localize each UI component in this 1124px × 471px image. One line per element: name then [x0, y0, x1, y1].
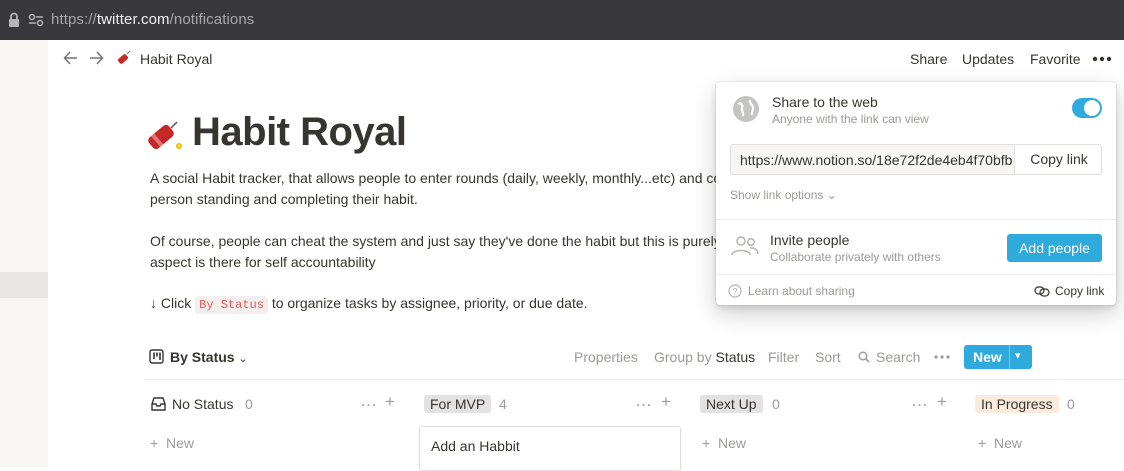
- share-popover: Share to the web Anyone with the link ca…: [716, 82, 1116, 305]
- new-card-label: New: [717, 435, 746, 451]
- column-count: 0: [772, 396, 780, 412]
- inbox-icon: [151, 397, 166, 411]
- search-button[interactable]: Search: [876, 349, 920, 365]
- site-settings-icon[interactable]: [28, 12, 44, 28]
- more-options-icon[interactable]: [934, 355, 950, 359]
- firecracker-icon: [118, 50, 131, 64]
- hint-suffix: to organize tasks by assignee, priority,…: [271, 295, 588, 311]
- column-title: In Progress: [975, 395, 1059, 413]
- card-title: Add an Habbit: [431, 438, 520, 454]
- chevron-down-icon[interactable]: ▾: [1015, 349, 1021, 362]
- new-card-label: New: [165, 435, 194, 451]
- share-button[interactable]: Share: [910, 51, 947, 67]
- description-line: Of course, people can cheat the system a…: [150, 233, 721, 249]
- page-title: Habit Royal: [192, 110, 407, 154]
- favorite-button[interactable]: Favorite: [1030, 51, 1081, 67]
- board-card[interactable]: Add an Habbit: [419, 426, 681, 471]
- properties-button[interactable]: Properties: [574, 349, 638, 365]
- footer-copy-link-button[interactable]: Copy link: [1055, 284, 1104, 298]
- chevron-down-icon: ⌄: [238, 353, 248, 365]
- firecracker-icon: [148, 121, 182, 150]
- svg-text:?: ?: [732, 287, 737, 297]
- board-view-icon: [149, 349, 164, 364]
- globe-icon: [733, 96, 759, 122]
- hint-prefix: ↓ Click: [150, 295, 192, 311]
- sidebar-edge: [0, 40, 48, 467]
- column-count: 0: [1067, 396, 1075, 412]
- browser-url-bar[interactable]: https://twitter.com/notifications: [0, 0, 1124, 40]
- column-title: Next Up: [700, 395, 763, 413]
- column-count: 4: [499, 396, 507, 412]
- column-more-icon[interactable]: …: [360, 391, 377, 411]
- sort-button[interactable]: Sort: [815, 349, 841, 365]
- column-add-icon[interactable]: +: [385, 392, 395, 412]
- sidebar-hover-row[interactable]: [0, 272, 48, 298]
- new-card-button[interactable]: + New: [978, 435, 1022, 451]
- link-icon: [1034, 286, 1050, 297]
- share-title: Share to the web: [772, 94, 878, 110]
- more-options-icon[interactable]: [1092, 56, 1112, 62]
- search-icon: [858, 351, 870, 363]
- column-title: No Status: [172, 396, 234, 412]
- description-line: aspect is there for self accountability: [150, 254, 376, 270]
- invite-title: Invite people: [770, 232, 850, 248]
- board-divider: [144, 379, 1124, 380]
- add-people-button[interactable]: Add people: [1007, 234, 1102, 262]
- updates-button[interactable]: Updates: [962, 51, 1014, 67]
- copy-link-button[interactable]: Copy link: [1014, 145, 1101, 174]
- help-icon: ?: [728, 284, 742, 298]
- new-button[interactable]: New ▾: [964, 345, 1032, 369]
- plus-icon: +: [978, 435, 987, 451]
- hint-line: ↓ Click By Status to organize tasks by a…: [150, 293, 588, 316]
- description-line: A social Habit tracker, that allows peop…: [150, 170, 733, 186]
- new-card-button[interactable]: + New: [702, 435, 746, 451]
- share-link-url[interactable]: https://www.notion.so/18e72f2de4eb4f70bf…: [740, 152, 1015, 168]
- new-card-label: New: [993, 435, 1022, 451]
- column-add-icon[interactable]: +: [661, 392, 671, 412]
- divider: [716, 274, 1116, 275]
- inline-code: By Status: [195, 296, 268, 314]
- share-link-field[interactable]: https://www.notion.so/18e72f2de4eb4f70bf…: [730, 144, 1102, 175]
- forward-arrow-icon[interactable]: [88, 48, 104, 73]
- plus-icon: +: [702, 435, 711, 451]
- button-divider: [1009, 345, 1010, 369]
- description-line: person standing and completing their hab…: [150, 191, 418, 207]
- share-web-toggle[interactable]: [1072, 98, 1102, 118]
- new-card-button[interactable]: + New: [150, 435, 194, 451]
- people-icon: [731, 236, 759, 256]
- show-link-options-button[interactable]: Show link options ⌄: [730, 188, 837, 202]
- share-subtitle: Anyone with the link can view: [772, 112, 929, 126]
- back-arrow-icon[interactable]: [63, 48, 79, 73]
- breadcrumb-page[interactable]: Habit Royal: [140, 51, 212, 67]
- divider: [716, 219, 1116, 220]
- url-text[interactable]: https://twitter.com/notifications: [51, 11, 254, 28]
- filter-button[interactable]: Filter: [768, 349, 799, 365]
- learn-about-sharing-link[interactable]: Learn about sharing: [748, 284, 855, 298]
- column-more-icon[interactable]: …: [635, 391, 652, 411]
- group-by-button[interactable]: Group by Status: [654, 349, 755, 365]
- toggle-knob: [1084, 100, 1100, 116]
- plus-icon: +: [150, 435, 159, 451]
- new-button-label: New: [973, 349, 1002, 365]
- column-add-icon[interactable]: +: [937, 392, 947, 412]
- column-title: For MVP: [424, 395, 492, 413]
- column-count: 0: [245, 396, 253, 412]
- view-selector[interactable]: By Status ⌄: [170, 349, 248, 365]
- lock-icon: [9, 12, 19, 27]
- invite-subtitle: Collaborate privately with others: [770, 250, 941, 264]
- column-more-icon[interactable]: …: [911, 391, 928, 411]
- chevron-down-icon: ⌄: [826, 188, 837, 202]
